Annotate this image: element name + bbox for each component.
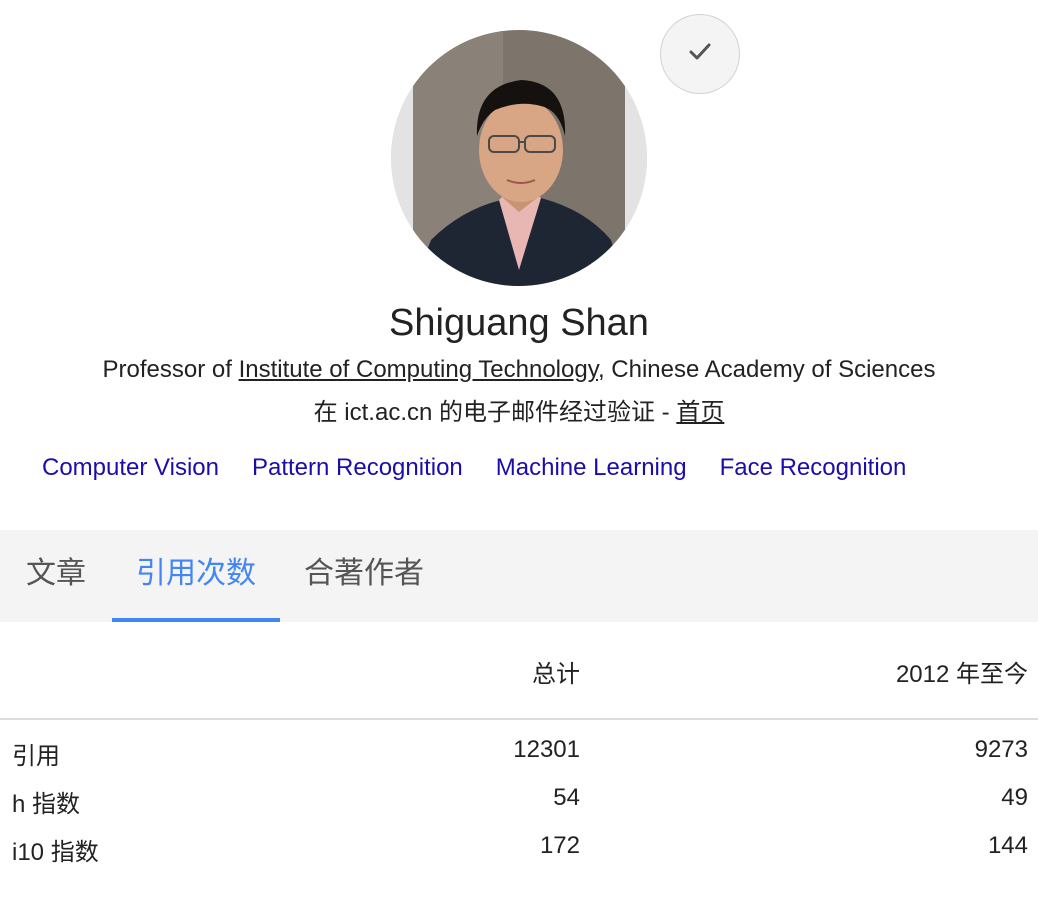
affiliation-link[interactable]: Institute of Computing Technology <box>239 356 598 383</box>
column-header-since-2012: 2012 年至今 <box>895 661 1028 688</box>
affiliation: Professor of Institute of Computing Tech… <box>0 356 1038 384</box>
row-since: 144 <box>987 832 1028 859</box>
column-header-total: 总计 <box>532 661 580 688</box>
interest-link[interactable]: Pattern Recognition <box>252 454 463 482</box>
email-text: 在 ict.ac.cn 的电子邮件经过验证 - <box>313 399 677 426</box>
verified-badge <box>660 14 740 94</box>
table-row: i10 指数 172 144 <box>0 832 1038 872</box>
profile-name: Shiguang Shan <box>389 302 649 344</box>
tab-coauthors[interactable]: 合著作者 <box>280 530 448 622</box>
row-label: h 指数 <box>12 791 81 818</box>
homepage-link[interactable]: 首页 <box>676 399 724 426</box>
check-icon <box>686 38 714 71</box>
row-total: 12301 <box>513 736 580 763</box>
tab-articles[interactable]: 文章 <box>0 530 112 622</box>
row-label: 引用 <box>12 743 60 770</box>
table-row: h 指数 54 49 <box>0 784 1038 824</box>
interest-link[interactable]: Face Recognition <box>720 454 907 482</box>
row-since: 9273 <box>974 736 1028 763</box>
interest-link[interactable]: Machine Learning <box>496 454 687 482</box>
row-total: 172 <box>539 832 580 859</box>
tab-bar: 文章 引用次数 合著作者 <box>0 530 1038 622</box>
row-total: 54 <box>553 784 580 811</box>
affiliation-prefix: Professor of <box>102 356 239 383</box>
research-interests: Computer Vision Pattern Recognition Mach… <box>42 454 906 482</box>
row-label: i10 指数 <box>12 839 99 866</box>
avatar <box>391 30 647 286</box>
email-verification: 在 ict.ac.cn 的电子邮件经过验证 - 首页 <box>0 392 1038 427</box>
row-since: 49 <box>1001 784 1028 811</box>
divider <box>0 718 1038 720</box>
affiliation-suffix: , Chinese Academy of Sciences <box>597 356 936 383</box>
interest-link[interactable]: Computer Vision <box>42 454 219 482</box>
tab-citations[interactable]: 引用次数 <box>112 530 280 622</box>
table-row: 引用 12301 9273 <box>0 736 1038 776</box>
